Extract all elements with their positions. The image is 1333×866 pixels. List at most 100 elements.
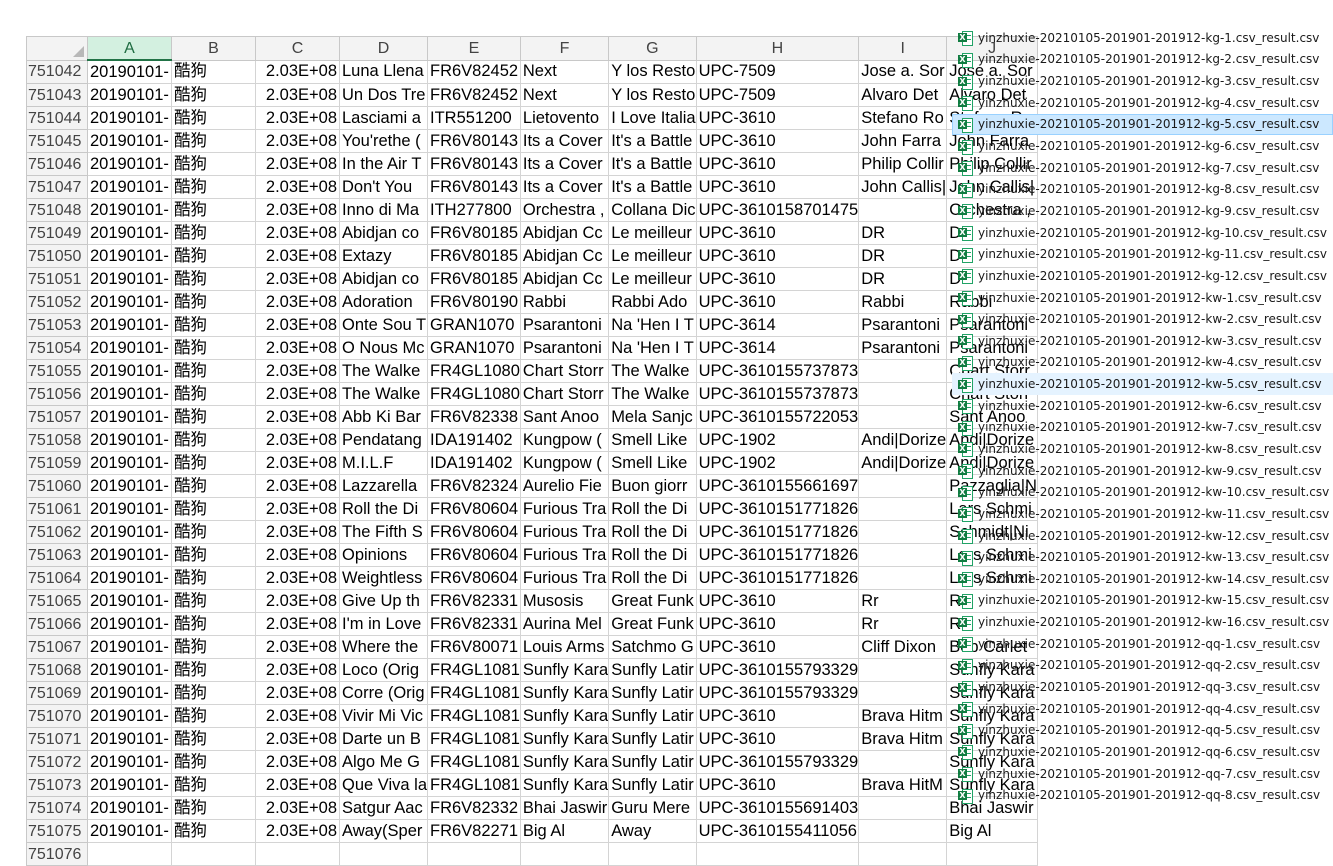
cell-b[interactable]: 酷狗: [171, 589, 256, 613]
file-item[interactable]: Xyinzhuxie-20210105-201901-201912-kw-5.c…: [952, 373, 1333, 395]
cell-d[interactable]: Roll the Di: [339, 497, 428, 521]
cell-f[interactable]: Sunfly Kara: [519, 704, 610, 728]
cell-h[interactable]: UPC-3610155737873: [695, 382, 860, 406]
row-number[interactable]: 751050: [26, 244, 88, 268]
file-item[interactable]: Xyinzhuxie-20210105-201901-201912-kw-2.c…: [952, 308, 1333, 330]
row-number[interactable]: 751045: [26, 129, 88, 153]
cell-i[interactable]: Psarantoni: [858, 336, 948, 360]
cell-e[interactable]: FR6V80185: [427, 267, 521, 291]
file-item[interactable]: Xyinzhuxie-20210105-201901-201912-kg-2.c…: [952, 49, 1333, 71]
cell-c[interactable]: 2.03E+08: [255, 520, 340, 544]
row-number[interactable]: 751046: [26, 152, 88, 176]
spreadsheet-grid[interactable]: ABCDEFGHIJ 751042 20190101- 酷狗 2.03E+08 Luna…: [26, 36, 1038, 866]
cell-a[interactable]: 20190101-: [87, 589, 172, 613]
cell-g[interactable]: Y los Resto: [608, 59, 697, 84]
cell-c[interactable]: 2.03E+08: [255, 175, 340, 199]
cell-c[interactable]: 2.03E+08: [255, 290, 340, 314]
cell-h[interactable]: UPC-3614: [695, 313, 860, 337]
cell-f[interactable]: Kungpow (: [519, 451, 610, 475]
file-item[interactable]: Xyinzhuxie-20210105-201901-201912-qq-3.c…: [952, 676, 1333, 698]
cell-e[interactable]: ITR551200: [427, 106, 521, 130]
cell-c[interactable]: 2.03E+08: [255, 267, 340, 291]
column-header-c[interactable]: C: [255, 36, 340, 61]
cell-g[interactable]: It's a Battle: [608, 152, 697, 176]
row-number[interactable]: 751064: [26, 566, 88, 590]
cell-b[interactable]: 酷狗: [171, 681, 256, 705]
cell-b[interactable]: 酷狗: [171, 451, 256, 475]
cell-i[interactable]: [858, 819, 948, 843]
row-number[interactable]: 751055: [26, 359, 88, 383]
cell-g[interactable]: Le meilleur: [608, 244, 697, 268]
file-item[interactable]: Xyinzhuxie-20210105-201901-201912-kw-3.c…: [952, 330, 1333, 352]
cell-d[interactable]: Algo Me G: [339, 750, 428, 774]
cell-e[interactable]: [427, 842, 521, 866]
cell-e[interactable]: FR4GL1081: [427, 773, 521, 797]
select-all-corner[interactable]: [26, 36, 88, 61]
cell-g[interactable]: Roll the Di: [608, 566, 697, 590]
cell-g[interactable]: Away: [608, 819, 697, 843]
cell-f[interactable]: Furious Tra: [519, 566, 610, 590]
cell-b[interactable]: 酷狗: [171, 290, 256, 314]
cell-g[interactable]: Sunfly Latir: [608, 681, 697, 705]
cell-c[interactable]: 2.03E+08: [255, 59, 340, 84]
cell-g[interactable]: Y los Resto: [608, 83, 697, 107]
cell-d[interactable]: The Walke: [339, 359, 428, 383]
cell-a[interactable]: 20190101-: [87, 681, 172, 705]
cell-h[interactable]: UPC-3614: [695, 336, 860, 360]
cell-g[interactable]: Roll the Di: [608, 543, 697, 567]
cell-f[interactable]: Lietovento: [519, 106, 610, 130]
cell-d[interactable]: Opinions: [339, 543, 428, 567]
cell-c[interactable]: 2.03E+08: [255, 313, 340, 337]
column-header-d[interactable]: D: [339, 36, 428, 61]
row-number[interactable]: 751069: [26, 681, 88, 705]
cell-e[interactable]: FR6V80071: [427, 635, 521, 659]
cell-h[interactable]: UPC-3610: [695, 589, 860, 613]
cell-i[interactable]: Brava HitM: [858, 773, 948, 797]
cell-i[interactable]: DR: [858, 267, 948, 291]
file-item[interactable]: Xyinzhuxie-20210105-201901-201912-kg-12.…: [952, 265, 1333, 287]
cell-d[interactable]: In the Air T: [339, 152, 428, 176]
cell-g[interactable]: Great Funk: [608, 589, 697, 613]
file-item[interactable]: Xyinzhuxie-20210105-201901-201912-kg-11.…: [952, 243, 1333, 265]
cell-b[interactable]: 酷狗: [171, 635, 256, 659]
cell-e[interactable]: FR6V82338: [427, 405, 521, 429]
cell-d[interactable]: Give Up th: [339, 589, 428, 613]
file-item[interactable]: Xyinzhuxie-20210105-201901-201912-qq-8.c…: [952, 784, 1333, 806]
row-number[interactable]: 751052: [26, 290, 88, 314]
cell-f[interactable]: Sunfly Kara: [519, 750, 610, 774]
cell-b[interactable]: [171, 842, 256, 866]
cell-i[interactable]: Rr: [858, 612, 948, 636]
cell-a[interactable]: 20190101-: [87, 819, 172, 843]
cell-b[interactable]: 酷狗: [171, 313, 256, 337]
cell-g[interactable]: Le meilleur: [608, 267, 697, 291]
row-number[interactable]: 751068: [26, 658, 88, 682]
cell-a[interactable]: 20190101-: [87, 198, 172, 222]
cell-d[interactable]: Adoration: [339, 290, 428, 314]
file-item[interactable]: Xyinzhuxie-20210105-201901-201912-qq-1.c…: [952, 633, 1333, 655]
cell-d[interactable]: Vivir Mi Vic: [339, 704, 428, 728]
cell-d[interactable]: Pendatang: [339, 428, 428, 452]
row-number[interactable]: 751059: [26, 451, 88, 475]
cell-e[interactable]: FR4GL1081: [427, 727, 521, 751]
cell-a[interactable]: 20190101-: [87, 336, 172, 360]
cell-g[interactable]: Mela Sanjc: [608, 405, 697, 429]
cell-e[interactable]: FR4GL1081: [427, 658, 521, 682]
cell-h[interactable]: UPC-3610151771826: [695, 520, 860, 544]
cell-d[interactable]: Abidjan co: [339, 267, 428, 291]
cell-i[interactable]: Brava Hitm: [858, 704, 948, 728]
cell-e[interactable]: GRAN1070: [427, 336, 521, 360]
file-item[interactable]: Xyinzhuxie-20210105-201901-201912-kw-15.…: [952, 590, 1333, 612]
cell-e[interactable]: FR6V82271: [427, 819, 521, 843]
file-item[interactable]: Xyinzhuxie-20210105-201901-201912-kw-13.…: [952, 546, 1333, 568]
cell-e[interactable]: FR6V80143: [427, 129, 521, 153]
cell-b[interactable]: 酷狗: [171, 474, 256, 498]
row-number[interactable]: 751056: [26, 382, 88, 406]
cell-e[interactable]: FR6V82331: [427, 612, 521, 636]
cell-h[interactable]: UPC-3610155691403: [695, 796, 860, 820]
row-number[interactable]: 751075: [26, 819, 88, 843]
cell-d[interactable]: Darte un B: [339, 727, 428, 751]
cell-b[interactable]: 酷狗: [171, 152, 256, 176]
file-item[interactable]: Xyinzhuxie-20210105-201901-201912-kw-10.…: [952, 481, 1333, 503]
cell-c[interactable]: [255, 842, 340, 866]
file-item[interactable]: Xyinzhuxie-20210105-201901-201912-qq-7.c…: [952, 763, 1333, 785]
